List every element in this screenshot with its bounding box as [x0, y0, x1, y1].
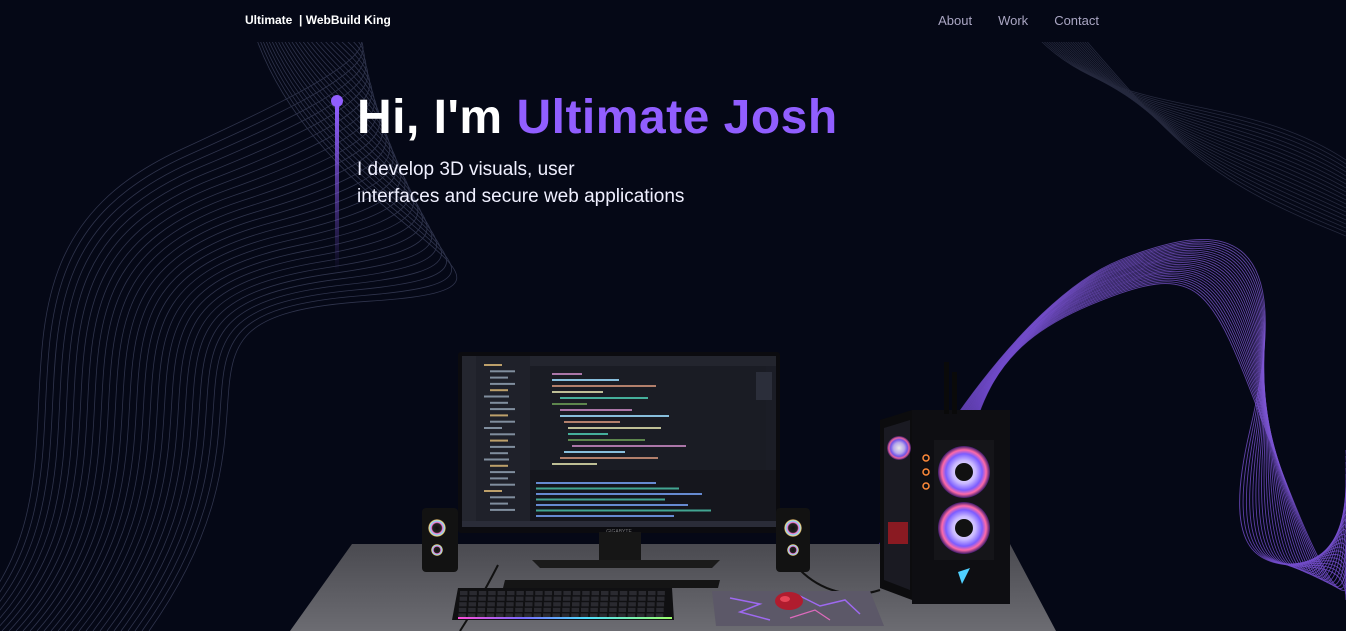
hero-name: Ultimate Josh [516, 91, 838, 144]
keyboard [452, 588, 674, 620]
nav-link-about[interactable]: About [938, 13, 972, 28]
hero-subtitle-line1: I develop 3D visuals, user [357, 159, 575, 180]
hero-subtitle: I develop 3D visuals, user interfaces an… [357, 156, 757, 210]
hero-subtitle-line2: interfaces and secure web applications [357, 186, 685, 207]
top-navbar: Ultimate | WebBuild King About Work Cont… [0, 0, 1346, 42]
brand-logo-text[interactable]: Ultimate | WebBuild King [245, 13, 391, 27]
nav-link-contact[interactable]: Contact [1054, 13, 1099, 28]
nav-links: About Work Contact [938, 13, 1099, 28]
monitor: GIGABYTE [458, 352, 780, 535]
hero-accent-bar [335, 106, 339, 272]
hero-greeting: Hi, I'm [357, 91, 517, 144]
left-speaker [422, 508, 458, 572]
nav-link-work[interactable]: Work [998, 13, 1028, 28]
pc-tower [880, 362, 1010, 604]
mouse [775, 592, 803, 610]
right-speaker [776, 508, 810, 572]
hero-accent-line [330, 94, 344, 274]
hero-title: Hi, I'm Ultimate Josh [357, 90, 838, 145]
